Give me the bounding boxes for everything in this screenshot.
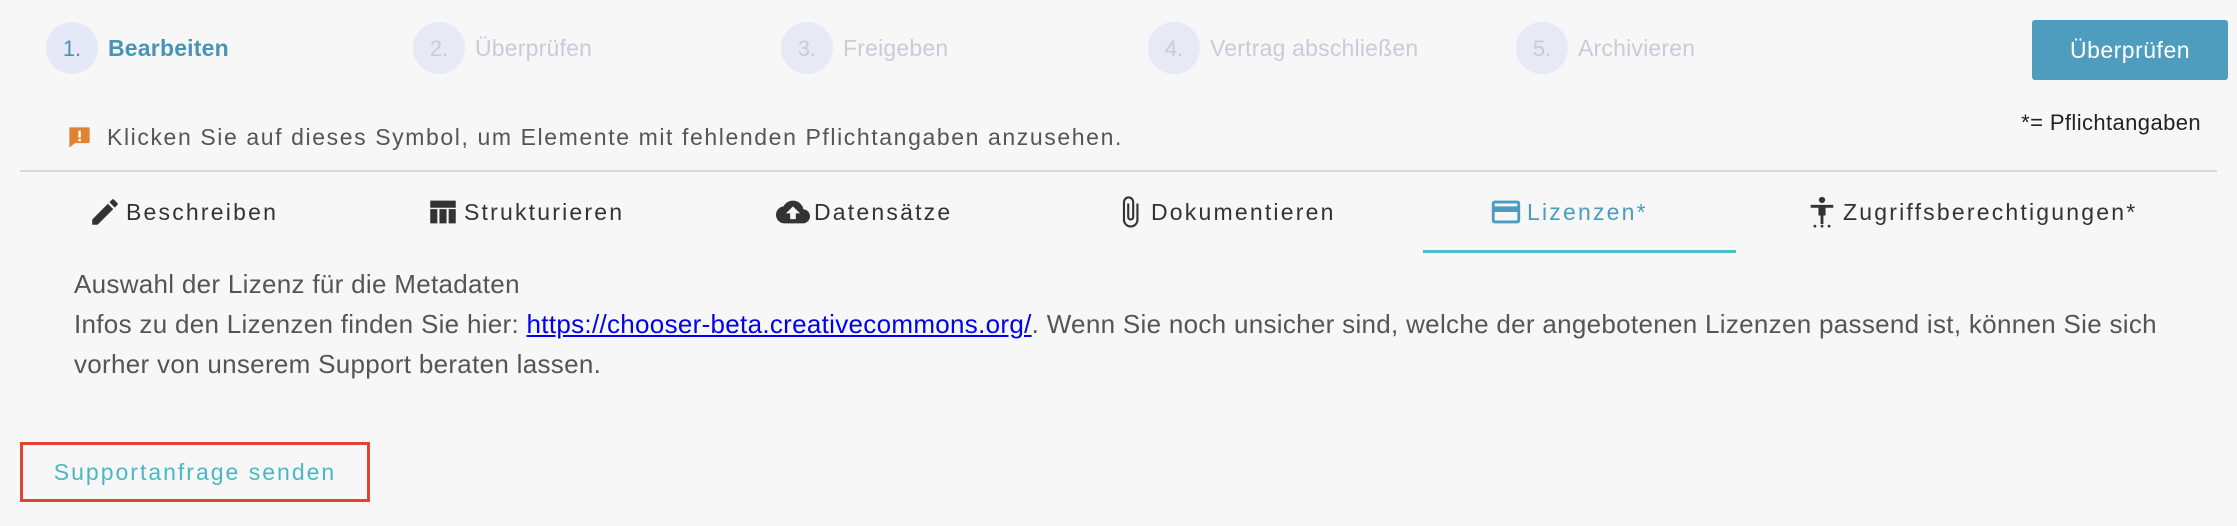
step-label: Vertrag abschließen <box>1210 34 1419 61</box>
review-button[interactable]: Überprüfen <box>2032 20 2228 80</box>
hint-text: Klicken Sie auf dieses Symbol, um Elemen… <box>107 124 1123 150</box>
workflow-stepper: 1. Bearbeiten 2. Überprüfen 3. Freigeben… <box>0 0 2237 100</box>
tab-label: Zugriffsberechtigungen* <box>1843 198 2138 225</box>
tab-label: Beschreiben <box>126 198 279 225</box>
required-fields-note: *= Pflichtangaben <box>2021 110 2201 135</box>
tab-beschreiben[interactable]: Beschreiben <box>88 172 278 252</box>
step-archivieren[interactable]: 5. Archivieren <box>1516 18 1695 78</box>
tab-datensaetze[interactable]: Datensätze <box>776 172 952 252</box>
license-heading: Auswahl der Lizenz für die Metadaten <box>74 269 520 299</box>
step-bearbeiten[interactable]: 1. Bearbeiten <box>46 18 229 78</box>
step-label: Freigeben <box>843 34 949 61</box>
paperclip-icon <box>1122 196 1139 228</box>
tab-lizenzen[interactable]: Lizenzen* <box>1489 172 1648 252</box>
tab-bar: Beschreiben Strukturieren Datensätze Dok… <box>0 172 2237 252</box>
license-description: Auswahl der Lizenz für die Metadaten Inf… <box>74 264 2204 384</box>
step-vertrag-abschliessen[interactable]: 4. Vertrag abschließen <box>1148 18 1418 78</box>
tab-zugriffsberechtigungen[interactable]: Zugriffsberechtigungen* <box>1805 172 2137 252</box>
license-info-text: Infos zu den Lizenzen finden Sie hier: h… <box>74 304 2204 384</box>
creative-commons-link[interactable]: https://chooser-beta.creativecommons.org… <box>527 309 1032 339</box>
credit-card-icon <box>1491 200 1521 224</box>
step-number: 5. <box>1516 22 1568 74</box>
warning-comment-icon[interactable] <box>66 124 93 151</box>
support-button-highlight: Supportanfrage senden <box>20 442 370 502</box>
accessibility-icon <box>1810 196 1834 228</box>
step-ueberpruefen[interactable]: 2. Überprüfen <box>413 18 592 78</box>
step-label: Archivieren <box>1578 34 1696 61</box>
step-label: Bearbeiten <box>108 34 229 61</box>
missing-fields-hint: Klicken Sie auf dieses Symbol, um Elemen… <box>66 124 1123 151</box>
step-number: 1. <box>46 22 98 74</box>
tab-strukturieren[interactable]: Strukturieren <box>426 172 624 252</box>
tab-label: Datensätze <box>814 198 953 225</box>
step-number: 4. <box>1148 22 1200 74</box>
step-label: Überprüfen <box>475 34 593 61</box>
tab-dokumentieren[interactable]: Dokumentieren <box>1113 172 1336 252</box>
cloud-upload-icon <box>776 200 810 224</box>
pencil-icon <box>92 199 118 225</box>
active-tab-indicator <box>1423 250 1736 253</box>
step-number: 3. <box>781 22 833 74</box>
table-icon <box>430 200 456 224</box>
tab-label: Dokumentieren <box>1151 198 1336 225</box>
step-number: 2. <box>413 22 465 74</box>
step-freigeben[interactable]: 3. Freigeben <box>781 18 948 78</box>
support-request-button[interactable]: Supportanfrage senden <box>48 458 342 487</box>
tab-label: Lizenzen* <box>1527 198 1648 225</box>
info-prefix: Infos zu den Lizenzen finden Sie hier: <box>74 309 527 339</box>
tab-label: Strukturieren <box>464 198 625 225</box>
